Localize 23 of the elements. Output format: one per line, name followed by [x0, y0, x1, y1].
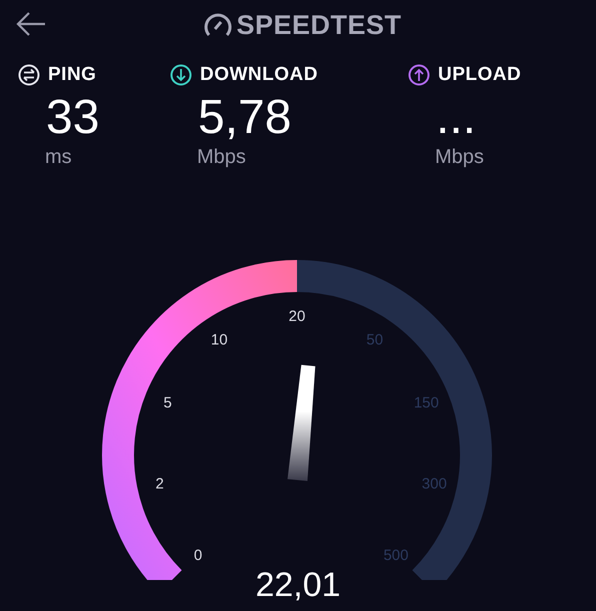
back-arrow-icon[interactable] [16, 12, 46, 36]
scale-label: 0 [194, 547, 202, 564]
swap-arrows-icon [18, 64, 40, 86]
speed-reading: 22,01 [254, 566, 342, 604]
scale-label: 20 [288, 308, 306, 325]
scale-label: 5 [163, 394, 172, 412]
metric-label: PING [48, 64, 96, 86]
metric-value: ... [436, 92, 478, 144]
scale-label: 300 [422, 475, 447, 492]
gauge-logo-icon [204, 13, 232, 37]
app-title: SPEEDTEST [236, 10, 402, 40]
metric-unit: Mbps [435, 146, 485, 169]
scale-label: 150 [414, 394, 439, 412]
metric-unit: ms [45, 146, 73, 169]
metric-value: 33 [46, 92, 100, 144]
metric-value: 5,78 [198, 92, 292, 144]
metric-label: UPLOAD [438, 64, 522, 86]
metric-unit: Mbps [197, 146, 247, 169]
scale-label: 50 [366, 332, 384, 349]
scale-label: 2 [156, 475, 164, 492]
scale-label: 10 [210, 332, 228, 349]
scale-label: 500 [383, 547, 408, 564]
metric-label: DOWNLOAD [200, 64, 318, 86]
